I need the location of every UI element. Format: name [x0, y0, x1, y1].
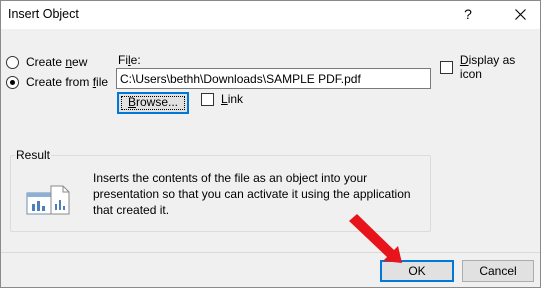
create-new-radio[interactable]	[6, 55, 19, 69]
create-from-file-option[interactable]: Create from file	[6, 74, 108, 90]
embedded-file-object-icon	[26, 185, 70, 215]
create-new-label: Create new	[26, 55, 88, 69]
focus-rectangle	[121, 96, 185, 110]
cancel-button[interactable]: Cancel	[462, 260, 534, 282]
close-icon	[514, 9, 526, 20]
file-path-input[interactable]	[116, 68, 431, 89]
close-button[interactable]	[506, 3, 534, 27]
link-checkbox[interactable]	[201, 92, 214, 106]
create-new-option[interactable]: Create new	[6, 54, 87, 70]
create-from-file-radio[interactable]	[6, 75, 19, 89]
dialog-title: Insert Object	[8, 7, 79, 21]
create-from-file-label: Create from file	[26, 75, 109, 89]
link-option[interactable]: Link	[201, 92, 243, 106]
insert-object-dialog: Insert Object ? Create new Create from f…	[0, 0, 541, 288]
help-button[interactable]: ?	[455, 3, 481, 27]
result-group-title: Result	[15, 148, 52, 162]
footer-separator	[1, 252, 540, 253]
display-as-icon-checkbox[interactable]	[440, 60, 453, 74]
file-label: File:	[118, 53, 141, 67]
link-label: Link	[221, 92, 244, 106]
title-bar: Insert Object ?	[1, 1, 540, 29]
red-arrow-annotation-icon	[349, 214, 402, 263]
browse-button[interactable]: Browse...	[117, 92, 189, 114]
display-as-icon-option[interactable]: Display as icon	[440, 53, 540, 81]
display-as-icon-label: Display as icon	[459, 53, 516, 81]
